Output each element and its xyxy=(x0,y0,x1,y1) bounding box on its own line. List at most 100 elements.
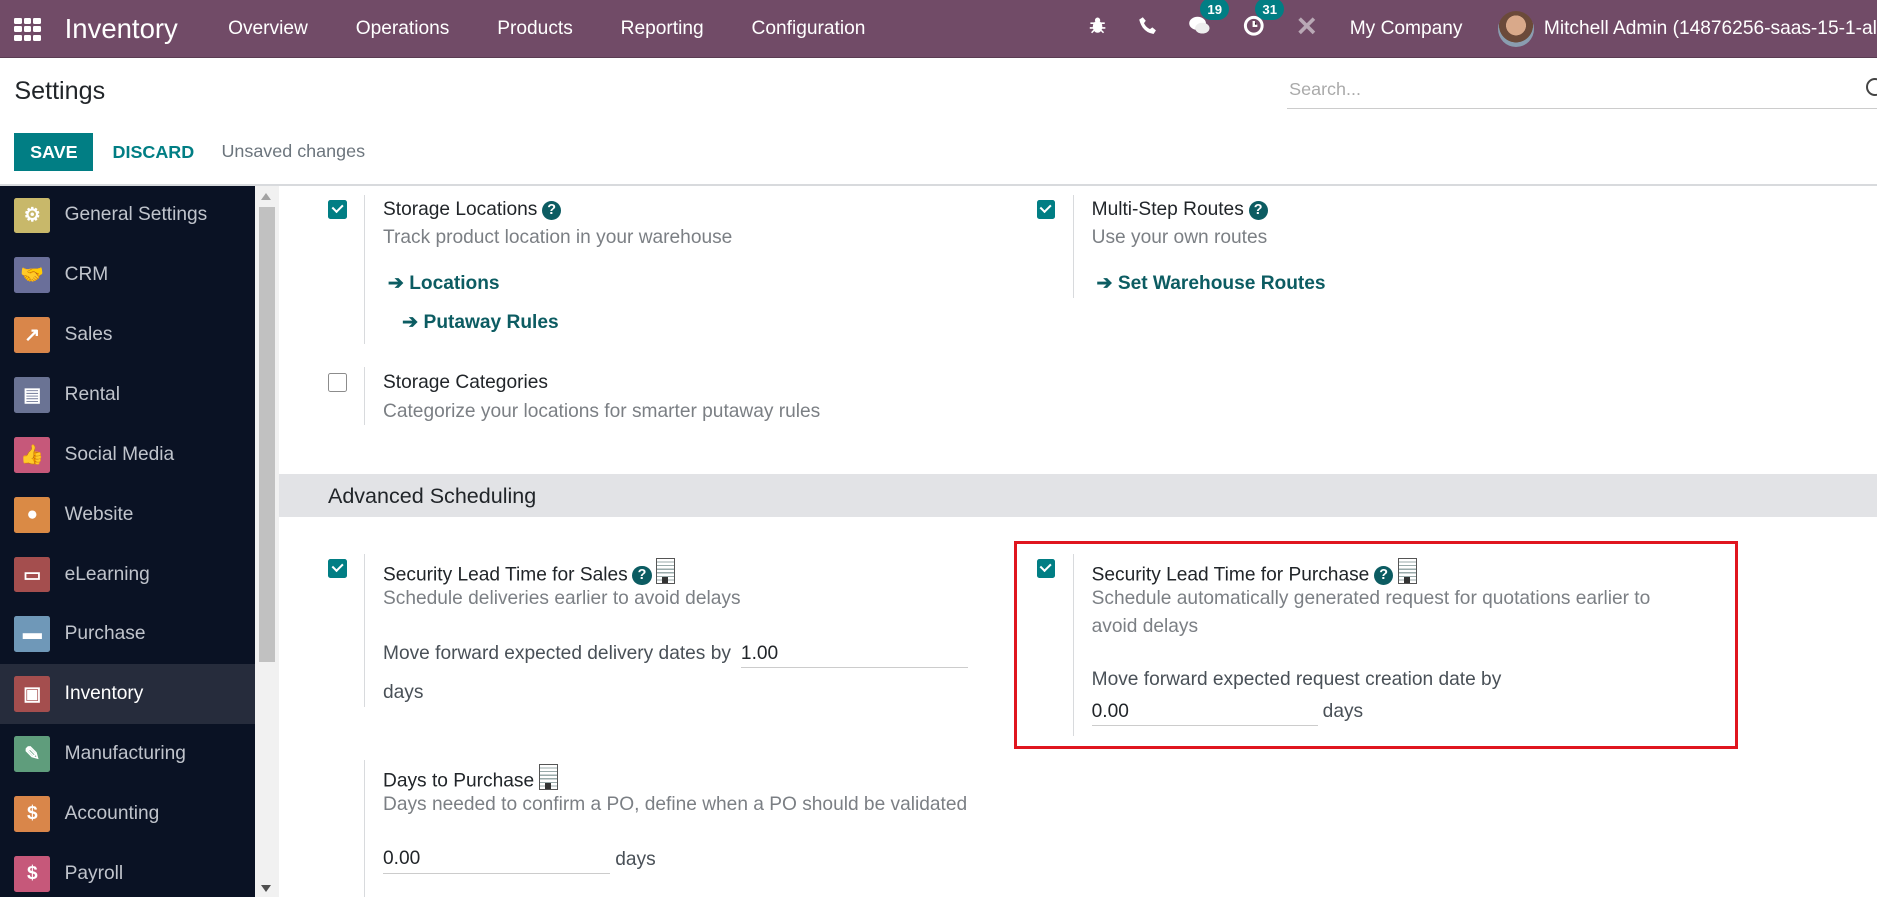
gear-icon: ⚙ xyxy=(14,197,51,234)
sidebar-item-accounting[interactable]: $ Accounting xyxy=(0,784,255,844)
set-warehouse-routes-link[interactable]: ➔ Set Warehouse Routes xyxy=(1096,271,1325,295)
activities-clock-icon[interactable]: 31 xyxy=(1243,0,1285,43)
scroll-up-arrow-icon[interactable] xyxy=(260,192,271,200)
setting-title-text: Storage Locations xyxy=(383,198,538,220)
wrench-icon: ✎ xyxy=(14,736,51,772)
company-building-icon xyxy=(538,763,558,790)
divider xyxy=(363,760,366,897)
purchase-lead-time-input[interactable] xyxy=(1091,699,1318,727)
sidebar-item-purchase[interactable]: ▬ Purchase xyxy=(0,604,255,664)
section-header-advanced-scheduling: Advanced Scheduling xyxy=(278,474,1877,518)
arrow-right-icon: ➔ xyxy=(402,312,419,334)
sidebar-item-label: Website xyxy=(64,503,134,525)
search-bar xyxy=(1286,71,1877,109)
setting-description: Track product location in your warehouse xyxy=(383,227,733,249)
divider xyxy=(1072,554,1074,737)
debug-bug-icon[interactable] xyxy=(1088,16,1107,41)
sidebar-item-label: Sales xyxy=(64,324,113,346)
help-icon[interactable]: ? xyxy=(632,565,652,586)
handshake-icon: 🤝 xyxy=(14,257,51,294)
user-menu[interactable]: Mitchell Admin (14876256-saas-15-1-al xyxy=(1544,18,1877,40)
lead-time-purchase-checkbox[interactable] xyxy=(1036,558,1056,578)
company-building-icon xyxy=(656,557,676,584)
thumbs-up-icon: 👍 xyxy=(14,436,51,473)
user-avatar[interactable] xyxy=(1498,10,1535,47)
save-button[interactable]: SAVE xyxy=(14,132,94,172)
sidebar-item-elearning[interactable]: ▭ eLearning xyxy=(0,545,255,605)
unsaved-changes-status: Unsaved changes xyxy=(221,141,366,162)
app-grid-icon[interactable] xyxy=(14,17,41,41)
sidebar-item-label: eLearning xyxy=(64,563,150,585)
divider xyxy=(363,195,366,344)
sidebar-item-general-settings[interactable]: ⚙ General Settings xyxy=(0,186,255,246)
sidebar-scrollbar[interactable] xyxy=(254,185,279,897)
sidebar-item-website[interactable]: ● Website xyxy=(0,485,255,545)
sidebar-item-crm[interactable]: 🤝 CRM xyxy=(0,245,255,305)
sidebar-item-label: Rental xyxy=(64,383,120,405)
menu-reporting[interactable]: Reporting xyxy=(621,18,704,40)
setting-title-text: Multi-Step Routes xyxy=(1091,198,1244,220)
setting-description: Schedule deliveries earlier to avoid del… xyxy=(383,587,741,609)
storage-categories-checkbox[interactable] xyxy=(327,373,347,393)
systray: 19 31 My Company Mitchell Admin (1487625… xyxy=(1072,0,1877,57)
phone-icon[interactable] xyxy=(1138,16,1157,41)
help-icon[interactable]: ? xyxy=(542,200,562,220)
sidebar-item-sales[interactable]: ↗ Sales xyxy=(0,305,255,365)
sidebar-item-label: Social Media xyxy=(64,443,175,465)
locations-link[interactable]: ➔ Locations xyxy=(388,271,500,295)
sidebar-item-label: Inventory xyxy=(64,683,144,705)
settings-sidebar: ⚙ General Settings 🤝 CRM ↗ Sales ▤ Rental 👍 Socia… xyxy=(0,185,255,897)
sidebar-item-label: General Settings xyxy=(64,204,208,226)
messages-icon[interactable]: 19 xyxy=(1188,0,1230,43)
scroll-down-arrow-icon[interactable] xyxy=(260,884,271,892)
scroll-thumb[interactable] xyxy=(258,207,276,662)
link-label: Putaway Rules xyxy=(423,312,559,334)
sidebar-item-inventory[interactable]: ▣ Inventory xyxy=(0,664,255,725)
unit-label: days xyxy=(1322,701,1364,723)
setting-title: Security Lead Time for Purchase? xyxy=(1092,557,1417,586)
discard-button[interactable]: DISCARD xyxy=(103,133,204,171)
setting-title: Storage Categories xyxy=(383,372,548,394)
invoice-icon: $ xyxy=(14,795,51,832)
search-icon[interactable] xyxy=(1865,77,1877,97)
menu-products[interactable]: Products xyxy=(497,18,573,40)
settings-content: Storage Locations? Track product locatio… xyxy=(278,185,1877,897)
setting-description-line-1: Schedule automatically generated request… xyxy=(1091,587,1651,609)
field-label: Move forward expected delivery dates by xyxy=(383,642,731,664)
setting-title: Storage Locations? xyxy=(383,198,562,221)
menu-operations[interactable]: Operations xyxy=(356,18,450,40)
menu-overview[interactable]: Overview xyxy=(228,18,308,40)
sidebar-item-rental[interactable]: ▤ Rental xyxy=(0,365,255,425)
sidebar-item-label: Purchase xyxy=(64,623,146,645)
setting-description: Days needed to confirm a PO, define when… xyxy=(383,793,968,815)
tools-icon[interactable] xyxy=(1296,15,1318,43)
sidebar-item-manufacturing[interactable]: ✎ Manufacturing xyxy=(0,724,255,784)
unit-label: days xyxy=(615,848,656,870)
page-title: Settings xyxy=(14,76,106,105)
app-title[interactable]: Inventory xyxy=(65,13,178,45)
section-title: Advanced Scheduling xyxy=(327,483,537,508)
link-label: Locations xyxy=(409,272,500,294)
messages-count-badge: 19 xyxy=(1200,0,1230,21)
sidebar-item-payroll[interactable]: $ Payroll xyxy=(0,844,255,897)
storage-locations-checkbox[interactable] xyxy=(327,199,347,219)
payroll-icon: $ xyxy=(14,855,51,892)
days-to-purchase-input[interactable] xyxy=(383,846,611,874)
company-switcher[interactable]: My Company xyxy=(1350,18,1463,40)
arrow-right-icon: ➔ xyxy=(1096,272,1113,294)
sales-lead-time-input[interactable] xyxy=(740,640,969,668)
setting-title: Multi-Step Routes? xyxy=(1092,199,1268,221)
search-input[interactable] xyxy=(1286,71,1855,108)
help-icon[interactable]: ? xyxy=(1248,200,1268,220)
sidebar-item-social-media[interactable]: 👍 Social Media xyxy=(0,425,255,485)
multi-step-routes-checkbox[interactable] xyxy=(1036,199,1056,219)
table-icon: ▤ xyxy=(14,377,51,413)
link-label: Set Warehouse Routes xyxy=(1117,272,1326,294)
divider xyxy=(363,554,366,708)
help-icon[interactable]: ? xyxy=(1374,565,1394,586)
setting-title-text: Security Lead Time for Sales xyxy=(383,564,628,586)
setting-title: Days to Purchase xyxy=(383,763,558,792)
lead-time-sales-checkbox[interactable] xyxy=(327,558,347,578)
menu-configuration[interactable]: Configuration xyxy=(752,18,866,40)
putaway-rules-link[interactable]: ➔ Putaway Rules xyxy=(402,310,558,334)
